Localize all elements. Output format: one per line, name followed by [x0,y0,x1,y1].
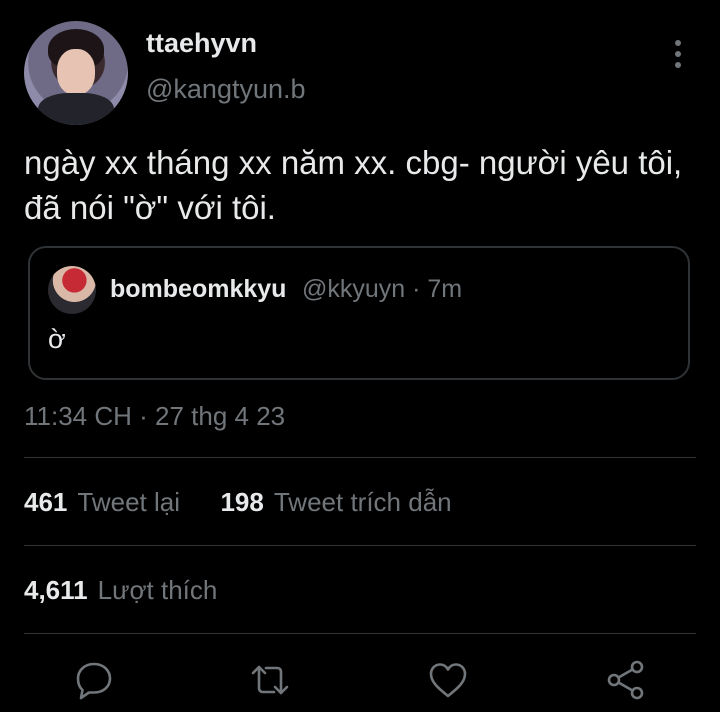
stats-row-retweets: 461 Tweet lại 198 Tweet trích dẫn [24,487,452,518]
share-icon[interactable] [604,658,648,702]
retweets-stat[interactable]: 461 Tweet lại [24,487,187,517]
author-display-name[interactable]: ttaehyvn [146,28,257,59]
quoted-author-avatar[interactable] [48,266,96,314]
avatar-body [38,93,114,125]
quotes-label: Tweet trích dẫn [273,487,452,517]
divider [24,633,696,634]
divider [24,545,696,546]
author-avatar[interactable] [24,21,128,125]
stats-row-likes: 4,611 Lượt thích [24,575,217,606]
quoted-author-name: bombeomkkyu [110,275,287,303]
reply-icon[interactable] [72,658,116,702]
quoted-author-handle: @kkyuyn · 7m [302,275,463,303]
tweet-text: ngày xx tháng xx năm xx. cbg- người yêu … [24,144,683,226]
likes-label: Lượt thích [97,575,218,605]
divider [24,457,696,458]
retweets-count: 461 [24,487,68,517]
quotes-stat[interactable]: 198 Tweet trích dẫn [220,487,451,517]
avatar-face [57,49,95,95]
more-options-icon[interactable] [664,38,692,70]
retweet-icon[interactable] [248,658,292,702]
like-icon[interactable] [426,658,470,702]
quoted-tweet-text: ờ [48,324,66,354]
retweets-label: Tweet lại [77,487,180,517]
likes-stat[interactable]: 4,611 Lượt thích [24,575,217,605]
quoted-tweet-card[interactable]: bombeomkkyu @kkyuyn · 7m ờ [28,246,690,380]
likes-count: 4,611 [24,575,88,605]
quotes-count: 198 [220,487,264,517]
tweet-timestamp[interactable]: 11:34 CH · 27 thg 4 23 [24,401,285,432]
author-handle[interactable]: @kangtyun.b [146,74,306,105]
